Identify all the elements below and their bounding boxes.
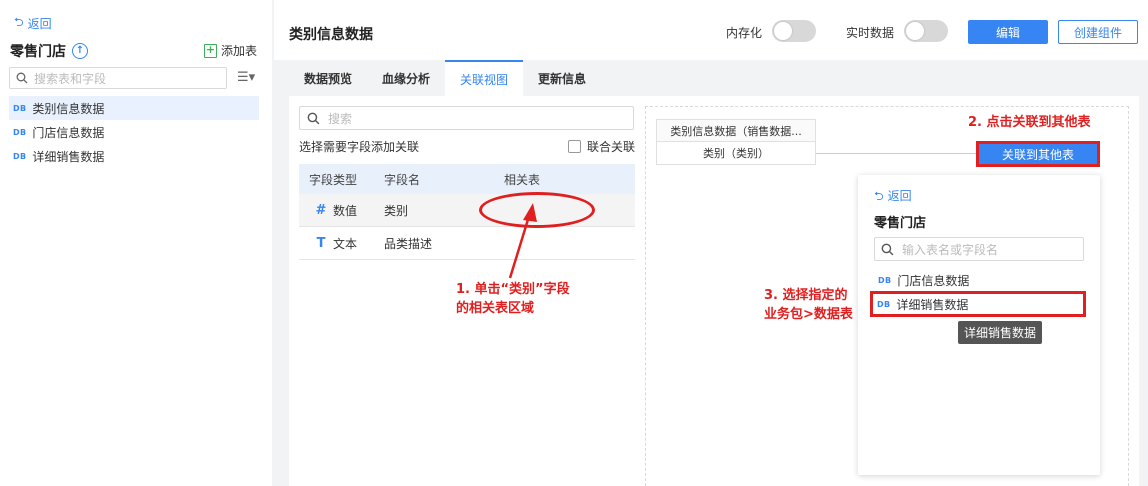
- sidebar: ⮌ 返回 零售门店 ↑ + 添加表 搜索表和字段 ☰▾ DB 类别信息数据 DB…: [0, 0, 272, 486]
- popover-search-input[interactable]: 输入表名或字段名: [874, 237, 1084, 261]
- text-type-icon: T: [316, 235, 326, 251]
- field-type: 文本: [333, 236, 358, 251]
- sidebar-item-label: 详细销售数据: [32, 149, 105, 164]
- field-type-cell: # 数值: [299, 202, 374, 219]
- search-icon: [881, 243, 894, 255]
- create-component-button[interactable]: 创建组件: [1058, 20, 1138, 44]
- db-icon: DB: [13, 127, 27, 137]
- popover-title: 零售门店: [874, 216, 927, 231]
- field-hint: 选择需要字段添加关联: [299, 140, 420, 154]
- annotation-step3-line2: 业务包>数据表: [764, 307, 853, 322]
- sidebar-item-store-info[interactable]: DB 门店信息数据: [9, 120, 259, 144]
- annotation-step2: 2. 点击关联到其他表: [968, 115, 1091, 130]
- tab-update-info[interactable]: 更新信息: [523, 60, 601, 96]
- popover-item-label: 门店信息数据: [897, 273, 970, 288]
- annotation-step3-line1: 3. 选择指定的: [764, 288, 848, 303]
- add-table-icon: +: [204, 42, 217, 58]
- main-area: 类别信息数据 内存化 实时数据 编辑 创建组件 数据预览 血缘分析 关联视图 更…: [274, 0, 1148, 486]
- package-title: 零售门店 ↑: [10, 41, 88, 61]
- field-search-placeholder: 搜索: [328, 111, 353, 126]
- annotation-step3: 3. 选择指定的 业务包>数据表: [764, 286, 853, 324]
- annotation-step1-line1: 1. 单击“类别”字段: [456, 282, 570, 297]
- relation-line: [816, 153, 976, 154]
- popover-item-sales-detail[interactable]: DB 详细销售数据: [870, 291, 1086, 317]
- union-label: 联合关联: [586, 139, 635, 154]
- sidebar-item-category-info[interactable]: DB 类别信息数据: [9, 96, 259, 120]
- package-name: 零售门店: [10, 44, 66, 60]
- table-row[interactable]: T 文本 品类描述: [299, 227, 635, 260]
- field-panel: 搜索 选择需要字段添加关联 联合关联 字段类型 字段名 相关表 # 数值 类别 …: [299, 106, 635, 260]
- table-select-popover: ⮌ 返回 零售门店 输入表名或字段名 DB 门店信息数据 DB 详细销售数据 详…: [858, 175, 1100, 475]
- upload-icon[interactable]: ↑: [72, 43, 88, 59]
- relation-panel: 搜索 选择需要字段添加关联 联合关联 字段类型 字段名 相关表 # 数值 类别 …: [289, 96, 1139, 486]
- popover-back-label: 返回: [887, 189, 912, 203]
- db-icon: DB: [13, 151, 27, 161]
- union-relation-checkbox[interactable]: 联合关联: [567, 138, 635, 154]
- popover-search-placeholder: 输入表名或字段名: [902, 242, 999, 257]
- main-header: 类别信息数据 内存化 实时数据 编辑 创建组件: [274, 0, 1148, 60]
- popover-back-link[interactable]: ⮌ 返回: [874, 187, 912, 208]
- annotation-step1: 1. 单击“类别”字段 的相关表区域: [456, 280, 570, 318]
- page-title: 类别信息数据: [289, 27, 373, 43]
- node-field: 类别（类别）: [703, 147, 769, 160]
- sidebar-search-input[interactable]: 搜索表和字段: [9, 67, 227, 89]
- node-title: 类别信息数据（销售数据...: [657, 120, 815, 142]
- hint-row: 选择需要字段添加关联 联合关联: [299, 138, 635, 154]
- add-table-button[interactable]: + 添加表: [204, 42, 257, 59]
- sidebar-item-sales-detail[interactable]: DB 详细销售数据: [9, 144, 259, 168]
- back-link[interactable]: ⮌ 返回: [14, 13, 52, 34]
- popover-item-store-info[interactable]: DB 门店信息数据: [874, 269, 1084, 291]
- db-icon: DB: [13, 103, 27, 113]
- sort-icon[interactable]: ☰▾: [237, 70, 255, 85]
- number-type-icon: #: [315, 202, 327, 218]
- table-list: DB 类别信息数据 DB 门店信息数据 DB 详细销售数据: [9, 96, 259, 168]
- tab-data-preview[interactable]: 数据预览: [289, 60, 367, 96]
- back-arrow-icon: ⮌: [14, 15, 24, 29]
- edit-button[interactable]: 编辑: [968, 20, 1048, 44]
- sidebar-search-placeholder: 搜索表和字段: [34, 71, 107, 86]
- sidebar-item-label: 类别信息数据: [32, 101, 105, 116]
- db-icon: DB: [877, 299, 891, 309]
- memory-toggle[interactable]: [772, 20, 816, 42]
- field-search-input[interactable]: 搜索: [299, 106, 634, 130]
- back-arrow-icon: ⮌: [874, 189, 884, 203]
- annotation-ellipse: [479, 192, 595, 228]
- tooltip: 详细销售数据: [958, 321, 1043, 344]
- column-header: 字段名: [384, 172, 421, 187]
- sidebar-item-label: 门店信息数据: [32, 125, 105, 140]
- field-type-cell: T 文本: [299, 235, 374, 252]
- column-header: 相关表: [504, 172, 541, 187]
- search-icon: [16, 72, 28, 84]
- tab-bar: 数据预览 血缘分析 关联视图 更新信息: [289, 60, 1139, 96]
- db-icon: DB: [878, 275, 892, 285]
- column-header: 字段类型: [309, 172, 358, 187]
- checkbox-icon: [567, 139, 581, 153]
- field-type: 数值: [333, 203, 358, 218]
- popover-item-label: 详细销售数据: [896, 297, 969, 312]
- table-header: 字段类型 字段名 相关表: [299, 164, 635, 194]
- realtime-toggle[interactable]: [904, 20, 948, 42]
- field-name: 品类描述: [384, 236, 433, 251]
- add-table-label: 添加表: [221, 44, 258, 58]
- tab-lineage[interactable]: 血缘分析: [367, 60, 445, 96]
- tab-relation-view[interactable]: 关联视图: [445, 60, 524, 96]
- realtime-label: 实时数据: [846, 26, 895, 40]
- relation-diagram: 类别信息数据（销售数据... 类别（类别） 关联到其他表 ⮌ 返回 零售门店 输…: [645, 106, 1129, 486]
- annotation-step1-line2: 的相关表区域: [456, 301, 535, 316]
- memory-label: 内存化: [726, 26, 763, 40]
- search-icon: [307, 112, 320, 124]
- table-node[interactable]: 类别信息数据（销售数据... 类别（类别）: [656, 119, 816, 165]
- back-label: 返回: [27, 17, 52, 31]
- link-to-other-table-button[interactable]: 关联到其他表: [976, 141, 1100, 167]
